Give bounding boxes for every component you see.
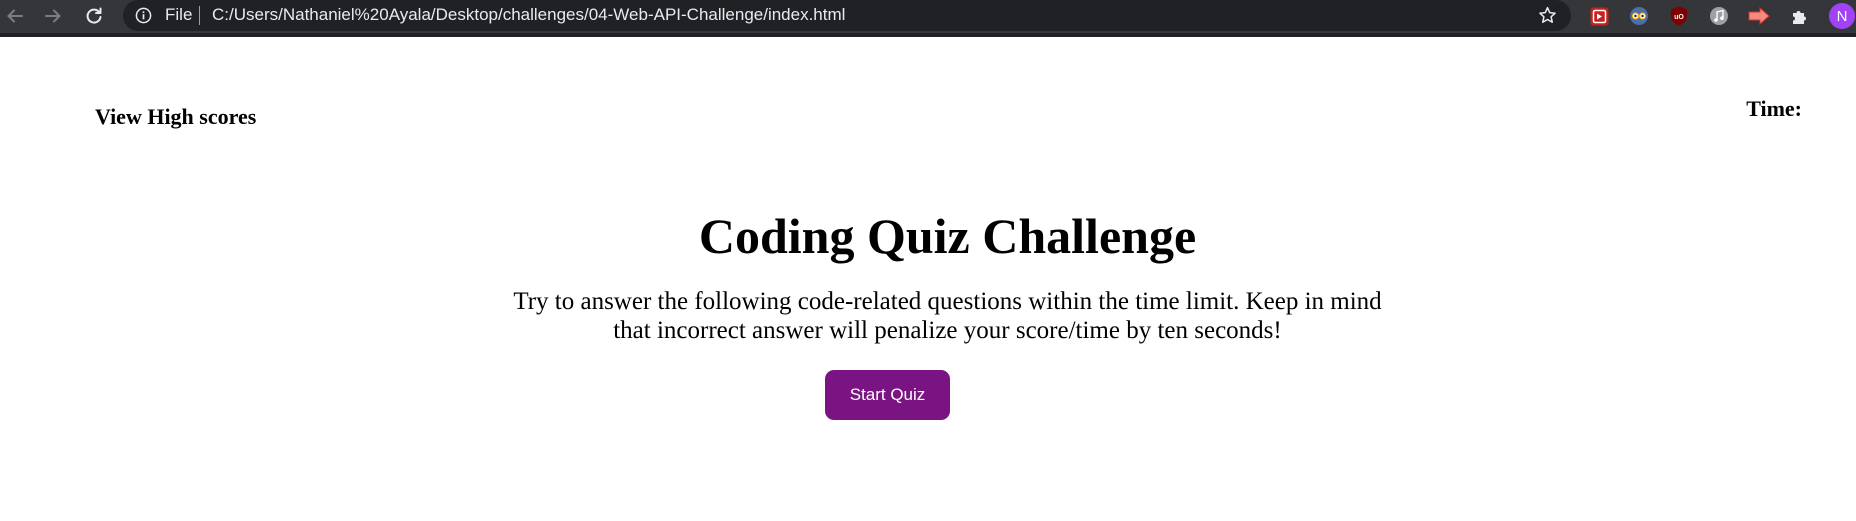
ublock-origin-icon[interactable]: uO (1668, 5, 1690, 27)
bookmark-star-icon[interactable] (1538, 6, 1557, 25)
glasses-extension-icon[interactable] (1628, 5, 1650, 27)
timer-label: Time: (1746, 96, 1802, 121)
address-bar[interactable]: File C:/Users/Nathaniel%20Ayala/Desktop/… (123, 0, 1571, 31)
reload-icon (86, 7, 102, 24)
timer: Time: (1746, 96, 1808, 122)
page-title: Coding Quiz Challenge (698, 208, 1197, 264)
back-button[interactable] (2, 3, 28, 29)
red-play-extension-icon[interactable] (1588, 5, 1610, 27)
url-scheme-label: File (165, 5, 193, 24)
quiz-description: Try to answer the following code-related… (513, 288, 1382, 344)
svg-text:uO: uO (1674, 14, 1684, 21)
info-icon[interactable] (135, 7, 152, 24)
url-text[interactable]: C:/Users/Nathaniel%20Ayala/Desktop/chall… (212, 5, 845, 25)
forward-button[interactable] (40, 3, 66, 29)
view-high-scores-link[interactable]: View High scores (95, 104, 256, 130)
url-divider (199, 6, 200, 25)
puzzle-icon[interactable] (1788, 5, 1810, 27)
red-arrow-extension-icon[interactable] (1748, 5, 1770, 27)
profile-avatar[interactable]: N (1829, 3, 1855, 29)
browser-toolbar: File C:/Users/Nathaniel%20Ayala/Desktop/… (0, 0, 1856, 37)
reload-button[interactable] (81, 3, 107, 29)
forward-arrow-icon (45, 9, 61, 23)
back-arrow-icon (7, 9, 23, 23)
music-extension-icon[interactable] (1708, 5, 1730, 27)
start-quiz-button[interactable]: Start Quiz (825, 370, 950, 420)
